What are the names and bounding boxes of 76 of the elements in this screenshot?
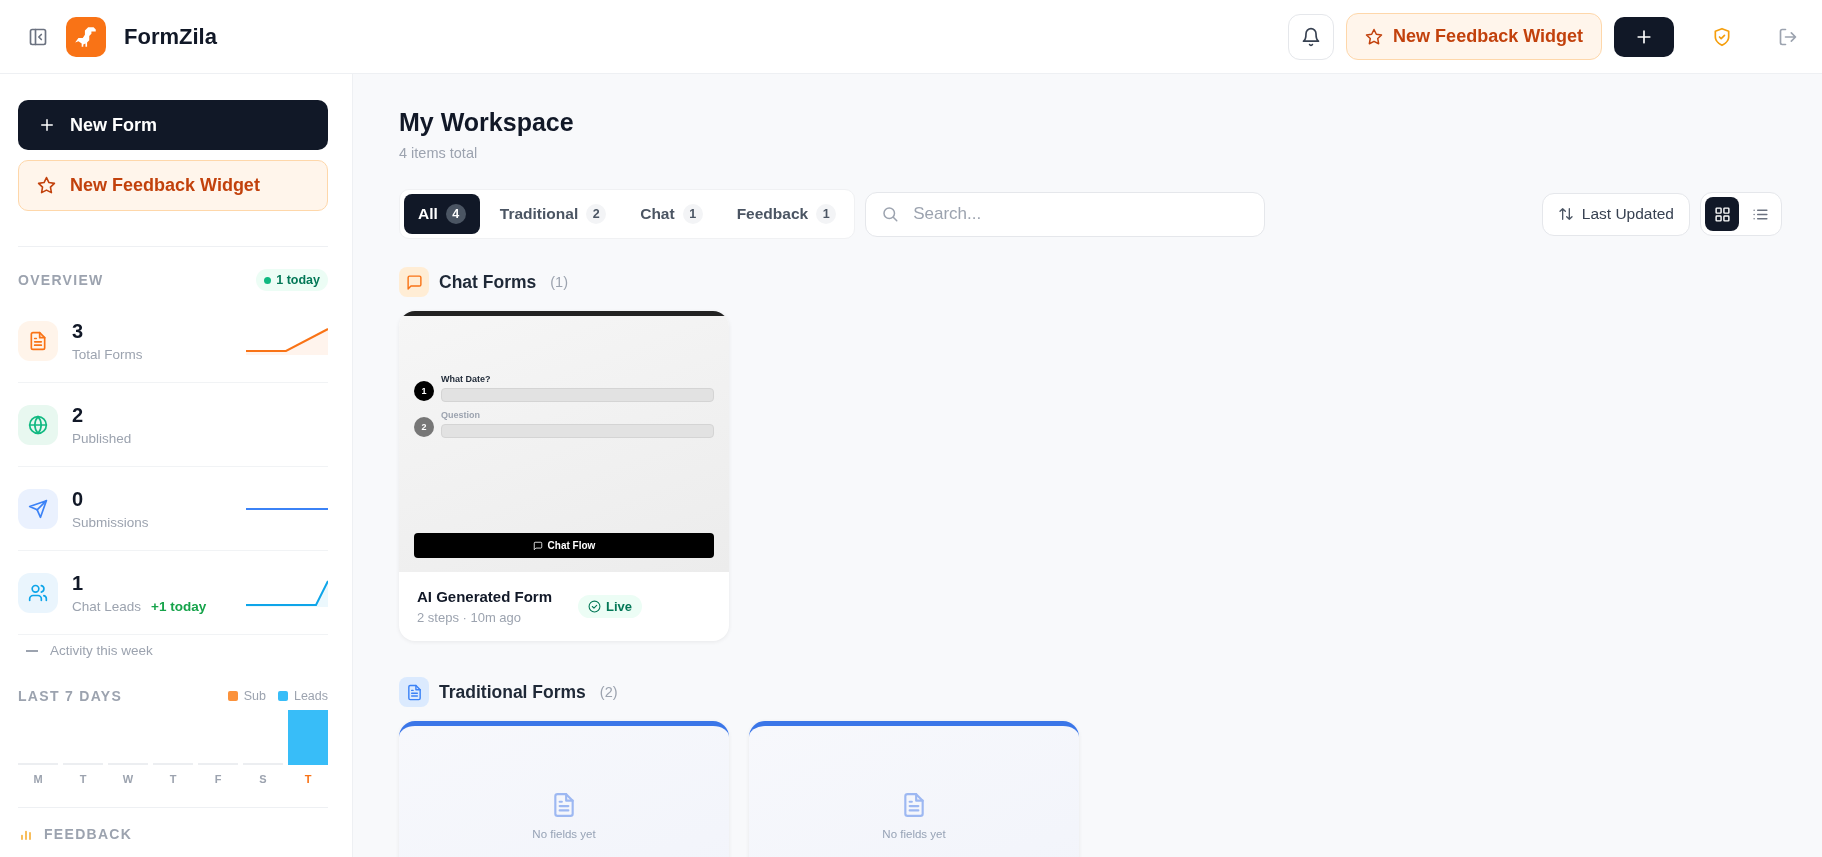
filter-tab[interactable]: Chat 1 (626, 194, 717, 234)
form-title: AI Generated Form (417, 588, 553, 605)
step-number: 1 (414, 381, 434, 401)
new-feedback-widget-button[interactable]: New Feedback Widget (18, 160, 328, 211)
page-title: My Workspace (399, 108, 575, 137)
chat-icon (405, 273, 423, 291)
grid-view-button[interactable] (1705, 197, 1739, 231)
legend-label: Leads (293, 689, 328, 703)
empty-text: No fields yet (532, 828, 596, 840)
dash-icon (26, 649, 38, 652)
new-feedback-widget-button[interactable]: New Feedback Widget (1346, 13, 1602, 60)
section-heading: FEEDBACK (44, 826, 133, 842)
users-icon (28, 582, 48, 603)
filter-tab[interactable]: All 4 (404, 194, 480, 234)
day-label: F (213, 773, 223, 785)
stat-label: Total Forms (72, 346, 143, 362)
step-label: What Date? (441, 374, 492, 384)
shield-check-icon (1712, 26, 1732, 47)
stat-note: +1 today (151, 598, 207, 614)
stat-label: Published (72, 430, 132, 446)
send-icon (28, 498, 48, 519)
day-label: S (258, 773, 268, 785)
notifications-button[interactable] (1288, 13, 1335, 60)
sort-button[interactable]: Last Updated (1541, 192, 1690, 236)
day-label: M (32, 773, 44, 785)
chat-flow-button[interactable]: Chat Flow (414, 533, 714, 558)
stat-label: Submissions (72, 514, 149, 530)
form-meta: 2 steps · 10m ago (417, 610, 523, 625)
search-icon (881, 205, 900, 223)
status-badge: Live (578, 595, 643, 618)
search-input[interactable]: Search... (911, 203, 1250, 225)
section-heading: LAST 7 DAYS (18, 688, 123, 704)
empty-text: No fields yet (882, 828, 946, 840)
logout-icon (1778, 26, 1798, 47)
logo-icon (66, 16, 106, 57)
form-card[interactable]: 1 What Date? 2 Question Chat Flow AI Generated Form 2 steps · 10m ago Live (399, 311, 729, 641)
section-count: (2) (599, 684, 618, 700)
check-circle-icon (588, 600, 602, 613)
search-field[interactable]: Search... (865, 191, 1266, 237)
filter-tab[interactable]: Traditional 2 (485, 194, 621, 234)
section-title: Chat Forms (439, 271, 537, 293)
activity-text: Activity this week (50, 643, 153, 658)
document-icon (901, 792, 927, 818)
plus-icon (38, 116, 56, 134)
globe-icon (28, 414, 48, 435)
day-label: T (78, 773, 88, 785)
legend-label: Sub (243, 689, 266, 703)
item-count: 4 items total (399, 145, 479, 161)
grid-icon (1713, 205, 1731, 223)
star-icon (1365, 27, 1384, 46)
section-heading: OVERVIEW (18, 272, 104, 288)
day-label: T (168, 773, 178, 785)
section-title: Traditional Forms (439, 681, 586, 703)
filter-tab[interactable]: Feedback 1 (722, 194, 851, 234)
section-count: (1) (550, 274, 568, 290)
star-icon (37, 176, 56, 195)
day-label: T (303, 773, 313, 785)
day-label: W (121, 773, 135, 785)
stat-value: 2 (72, 403, 85, 427)
document-icon (28, 330, 48, 351)
sidebar-toggle-icon (28, 26, 48, 47)
stat-value: 3 (72, 319, 85, 343)
sort-icon (1557, 206, 1574, 222)
today-badge: 1 today (256, 269, 328, 291)
document-icon (405, 683, 423, 701)
chat-icon (532, 540, 543, 551)
add-button[interactable] (1614, 16, 1674, 57)
new-form-button[interactable]: New Form (18, 100, 328, 150)
stat-label: Chat Leads (72, 598, 142, 614)
document-icon (551, 792, 577, 818)
step-number: 2 (414, 417, 434, 437)
stat-value: 1 (72, 571, 85, 595)
stat-value: 0 (72, 487, 85, 511)
step-label: Question (441, 410, 481, 420)
app-name: FormZila (124, 23, 217, 50)
bell-icon (1301, 26, 1322, 47)
